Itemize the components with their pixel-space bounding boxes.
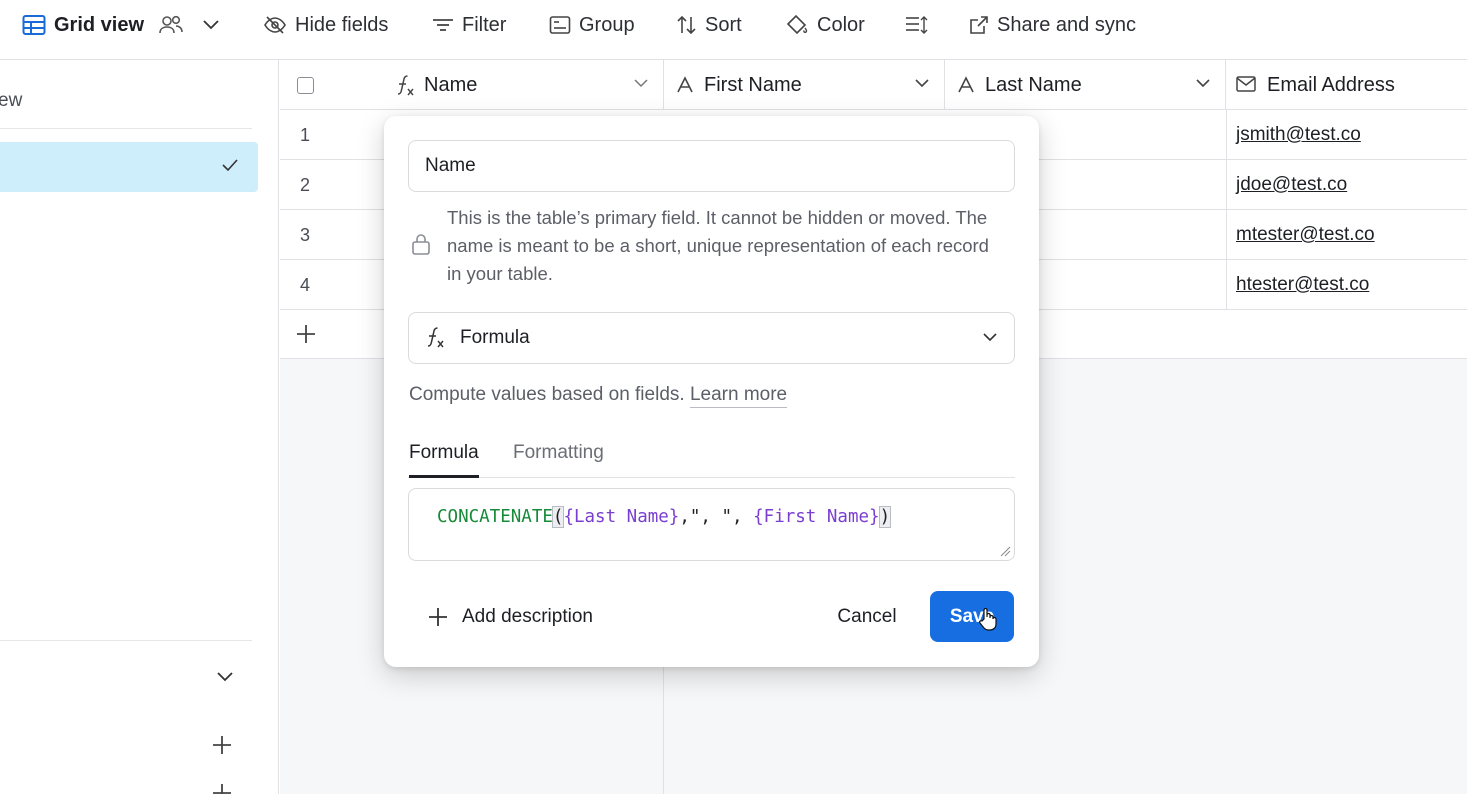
formula-field-ref: {First Name}	[753, 507, 880, 527]
field-editor-dialog: This is the table’s primary field. It ca…	[384, 116, 1039, 667]
grid-view-icon	[22, 15, 46, 35]
view-toolbar: Grid view Hide fields Filter Group Sort …	[0, 0, 1467, 60]
formula-field-ref: {Last Name}	[563, 507, 680, 527]
row-number: 4	[300, 275, 311, 295]
field-name-input[interactable]	[408, 140, 1015, 192]
add-description-label: Add description	[462, 606, 593, 627]
color-label: Color	[817, 13, 865, 36]
chevron-down-icon[interactable]	[202, 19, 220, 31]
field-type-select[interactable]: Formula	[408, 312, 1015, 364]
eye-slash-icon	[264, 16, 286, 34]
row-number: 1	[300, 125, 311, 145]
collaborators-icon	[159, 15, 183, 34]
formula-icon	[397, 75, 414, 96]
filter-label: Filter	[462, 13, 507, 36]
sidebar-divider	[0, 640, 252, 641]
sidebar-truncated-label: ew	[0, 90, 23, 111]
view-switcher[interactable]: Grid view	[22, 12, 228, 38]
email-cell[interactable]: htester@test.co	[1226, 260, 1467, 310]
learn-more-link[interactable]: Learn more	[689, 384, 788, 408]
sort-icon	[677, 15, 696, 35]
share-sync-label: Share and sync	[997, 13, 1136, 36]
email-value[interactable]: jdoe@test.co	[1236, 174, 1347, 196]
filter-icon	[433, 19, 453, 31]
plus-icon[interactable]	[211, 782, 233, 794]
text-field-icon	[677, 76, 693, 93]
formula-text[interactable]: CONCATENATE({Last Name},", ", {First Nam…	[437, 506, 892, 528]
hand-cursor-icon	[979, 607, 997, 631]
add-description-button[interactable]: Add description	[428, 602, 593, 632]
primary-field-note: This is the table’s primary field. It ca…	[447, 207, 989, 284]
lock-icon	[412, 234, 430, 255]
paint-bucket-icon	[786, 14, 808, 35]
formula-separator: ,", ",	[679, 507, 754, 527]
column-header-last-name[interactable]: Last Name	[945, 60, 1226, 110]
share-sync-button[interactable]: Share and sync	[969, 12, 1136, 38]
chevron-down-icon[interactable]	[216, 671, 234, 683]
formula-function: CONCATENATE	[437, 507, 553, 527]
chevron-down-icon[interactable]	[914, 77, 930, 89]
column-label: First Name	[704, 74, 802, 96]
email-value[interactable]: mtester@test.co	[1236, 224, 1375, 246]
check-icon	[222, 159, 238, 172]
group-icon	[549, 16, 571, 34]
chevron-down-icon[interactable]	[1195, 77, 1211, 89]
column-header-name[interactable]: Name	[280, 60, 664, 110]
type-description-text: Compute values based on fields.	[409, 384, 685, 405]
group-label: Group	[579, 13, 635, 36]
chevron-down-icon[interactable]	[633, 77, 649, 89]
column-label: Last Name	[985, 74, 1082, 96]
plus-icon	[429, 608, 447, 626]
row-height-button[interactable]	[905, 12, 937, 38]
view-name: Grid view	[54, 13, 145, 36]
select-all-checkbox[interactable]	[297, 77, 314, 94]
formula-editor[interactable]: CONCATENATE({Last Name},", ", {First Nam…	[408, 488, 1015, 561]
formula-paren: )	[878, 506, 892, 528]
field-type-description: Compute values based on fields. Learn mo…	[409, 384, 788, 408]
email-cell[interactable]: jsmith@test.co	[1226, 110, 1467, 160]
email-value[interactable]: htester@test.co	[1236, 274, 1369, 296]
tab-formatting[interactable]: Formatting	[513, 442, 604, 478]
external-link-icon	[970, 16, 988, 34]
formula-tabs: Formula Formatting	[408, 442, 1015, 478]
field-type-label: Formula	[460, 327, 530, 348]
filter-button[interactable]: Filter	[432, 12, 506, 38]
row-number: 2	[300, 175, 311, 195]
sidebar-divider	[0, 128, 252, 129]
column-label: Email Address	[1267, 74, 1395, 96]
plus-icon[interactable]	[211, 734, 233, 756]
email-cell[interactable]: jdoe@test.co	[1226, 160, 1467, 210]
sort-button[interactable]: Sort	[677, 12, 742, 38]
column-label: Name	[424, 74, 478, 96]
save-button[interactable]: Save	[930, 591, 1014, 642]
hide-fields-label: Hide fields	[295, 13, 389, 36]
formula-icon	[427, 327, 444, 348]
color-button[interactable]: Color	[785, 12, 865, 38]
email-cell[interactable]: mtester@test.co	[1226, 210, 1467, 260]
cancel-button[interactable]: Cancel	[822, 592, 912, 642]
row-number: 3	[300, 225, 311, 245]
column-header-first-name[interactable]: First Name	[664, 60, 945, 110]
hide-fields-button[interactable]: Hide fields	[263, 12, 388, 38]
tab-formula[interactable]: Formula	[409, 442, 479, 478]
sidebar-selected-view[interactable]	[0, 142, 258, 192]
row-height-icon	[906, 16, 928, 34]
email-icon	[1236, 76, 1256, 92]
text-field-icon	[958, 76, 974, 93]
column-header-email[interactable]: Email Address	[1226, 60, 1467, 110]
sort-label: Sort	[705, 13, 742, 36]
group-button[interactable]: Group	[549, 12, 635, 38]
email-value[interactable]: jsmith@test.co	[1236, 124, 1361, 146]
chevron-down-icon	[983, 333, 997, 342]
formula-paren: (	[551, 506, 565, 528]
views-sidebar: ew	[0, 60, 279, 794]
resize-handle-icon[interactable]	[999, 545, 1011, 557]
plus-icon	[297, 325, 315, 343]
